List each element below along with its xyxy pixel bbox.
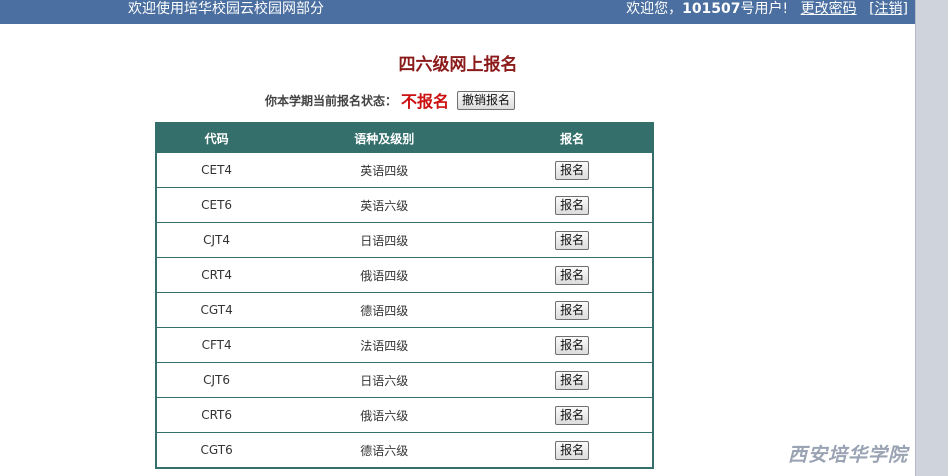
register-button[interactable]: 报名: [555, 405, 590, 425]
exam-code: CRT6: [156, 397, 277, 433]
register-button[interactable]: 报名: [555, 160, 590, 180]
user-id: 101507: [682, 1, 741, 17]
change-password-link[interactable]: 更改密码: [801, 1, 857, 17]
table-row: CET6 英语六级 报名: [156, 187, 653, 223]
register-button[interactable]: 报名: [555, 195, 590, 215]
vertical-scrollbar[interactable]: [915, 0, 948, 476]
header-code: 代码: [156, 123, 277, 153]
register-button[interactable]: 报名: [555, 230, 590, 250]
exam-name: 英语六级: [276, 187, 493, 223]
register-cell: 报名: [492, 257, 653, 293]
register-button[interactable]: 报名: [555, 265, 590, 285]
register-button[interactable]: 报名: [555, 370, 590, 390]
header-register: 报名: [492, 123, 653, 153]
header-language-level: 语种及级别: [276, 123, 493, 153]
status-value: 不报名: [401, 92, 450, 111]
exam-name: 法语四级: [276, 327, 493, 363]
registration-status: 你本学期当前报名状态： 不报名 撤销报名: [265, 88, 516, 112]
register-cell: 报名: [492, 432, 653, 468]
exam-code: CET6: [156, 187, 277, 223]
top-bar: 欢迎使用培华校园云校园网部分 欢迎您，101507号用户! 更改密码 [注销]: [0, 0, 916, 24]
user-greeting-prefix: 欢迎您，: [626, 1, 683, 17]
register-button[interactable]: 报名: [555, 335, 590, 355]
user-greeting-suffix: 号用户!: [740, 1, 789, 17]
site-welcome-text: 欢迎使用培华校园云校园网部分: [128, 1, 324, 17]
exam-name: 德语四级: [276, 292, 493, 328]
table-row: CJT6 日语六级 报名: [156, 362, 653, 398]
table-row: CFT4 法语四级 报名: [156, 327, 653, 363]
cancel-registration-button[interactable]: 撤销报名: [457, 90, 516, 110]
register-cell: 报名: [492, 327, 653, 363]
register-cell: 报名: [492, 397, 653, 433]
user-area: 欢迎您，101507号用户! 更改密码 [注销]: [626, 0, 908, 18]
page-title: 四六级网上报名: [398, 55, 518, 75]
status-label: 你本学期当前报名状态：: [265, 93, 398, 108]
exam-name: 日语六级: [276, 362, 493, 398]
register-button[interactable]: 报名: [555, 300, 590, 320]
exam-code: CFT4: [156, 327, 277, 363]
exam-code: CJT4: [156, 222, 277, 258]
exam-code: CGT4: [156, 292, 277, 328]
exam-registration-table: 代码 语种及级别 报名 CET4 英语四级 报名 CET6 英语六级 报名 CJ…: [155, 122, 654, 469]
table-header-row: 代码 语种及级别 报名: [156, 123, 653, 153]
table-row: CET4 英语四级 报名: [156, 152, 653, 188]
table-row: CJT4 日语四级 报名: [156, 222, 653, 258]
register-button[interactable]: 报名: [555, 440, 590, 460]
exam-name: 日语四级: [276, 222, 493, 258]
table-row: CGT4 德语四级 报名: [156, 292, 653, 328]
register-cell: 报名: [492, 152, 653, 188]
table-row: CRT4 俄语四级 报名: [156, 257, 653, 293]
table-row: CRT6 俄语六级 报名: [156, 397, 653, 433]
exam-name: 俄语四级: [276, 257, 493, 293]
register-cell: 报名: [492, 362, 653, 398]
table-row: CGT6 德语六级 报名: [156, 432, 653, 468]
register-cell: 报名: [492, 187, 653, 223]
college-watermark-logo: 西安培华学院: [788, 444, 909, 466]
exam-name: 俄语六级: [276, 397, 493, 433]
exam-code: CJT6: [156, 362, 277, 398]
exam-code: CET4: [156, 152, 277, 188]
logout-link[interactable]: 注销: [875, 1, 903, 17]
exam-name: 英语四级: [276, 152, 493, 188]
register-cell: 报名: [492, 292, 653, 328]
logout-bracket-close: ]: [902, 1, 908, 17]
exam-code: CGT6: [156, 432, 277, 468]
register-cell: 报名: [492, 222, 653, 258]
exam-name: 德语六级: [276, 432, 493, 468]
exam-code: CRT4: [156, 257, 277, 293]
